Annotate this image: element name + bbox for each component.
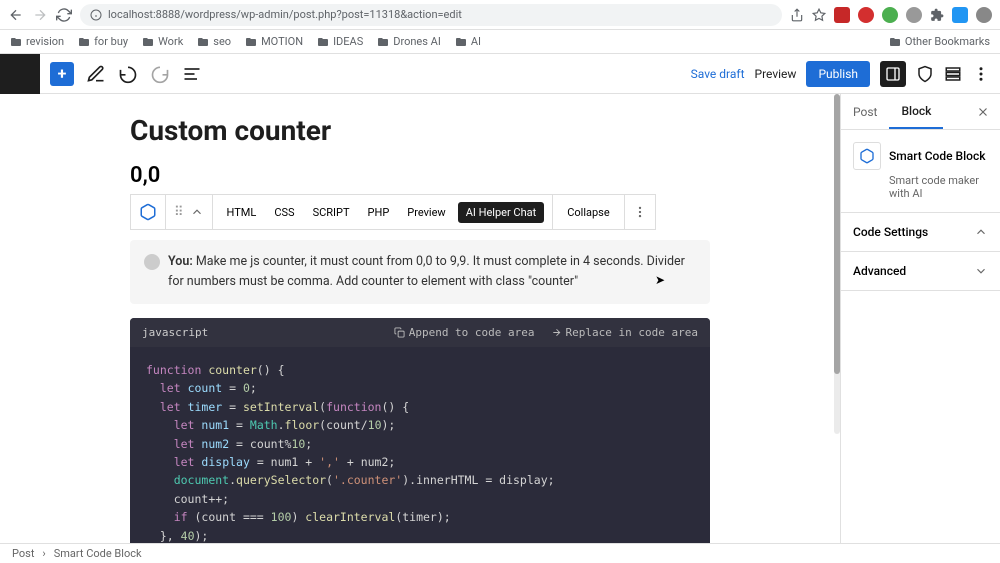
page-title[interactable]: Custom counter bbox=[130, 114, 710, 147]
redo-icon[interactable] bbox=[150, 64, 170, 84]
chevron-up-icon bbox=[974, 225, 988, 239]
section-code-settings[interactable]: Code Settings bbox=[841, 213, 1000, 252]
yoast-icon[interactable] bbox=[944, 65, 962, 83]
ext-icon-3[interactable] bbox=[882, 7, 898, 23]
code-language: javascript bbox=[142, 326, 208, 339]
drag-handle-icon[interactable]: ⠿ bbox=[174, 205, 184, 220]
share-icon[interactable] bbox=[790, 8, 804, 22]
block-type-icon[interactable] bbox=[139, 203, 157, 221]
tab-css[interactable]: CSS bbox=[268, 195, 300, 229]
close-icon bbox=[976, 105, 990, 119]
scrollbar-thumb[interactable] bbox=[834, 94, 840, 374]
url-text: localhost:8888/wordpress/wp-admin/post.p… bbox=[108, 8, 462, 21]
folder-icon bbox=[78, 36, 90, 48]
extensions-icon[interactable] bbox=[930, 8, 944, 22]
sidebar-toggle-button[interactable] bbox=[880, 61, 906, 87]
block-description: Smart code maker with AI bbox=[889, 174, 988, 200]
code-body[interactable]: function counter() { let count = 0; let … bbox=[130, 347, 710, 543]
wp-toolbar: + Save draft Preview Publish bbox=[0, 54, 1000, 94]
chat-avatar-icon bbox=[144, 254, 160, 270]
tab-block[interactable]: Block bbox=[889, 94, 943, 129]
close-sidebar-button[interactable] bbox=[966, 94, 1000, 129]
add-block-button[interactable]: + bbox=[50, 62, 74, 86]
tab-html[interactable]: HTML bbox=[221, 195, 263, 229]
avatar-icon[interactable] bbox=[976, 7, 992, 23]
other-bookmarks[interactable]: Other Bookmarks bbox=[889, 35, 990, 48]
ext-icon-1[interactable] bbox=[834, 7, 850, 23]
block-toolbar: ⠿ HTML CSS SCRIPT PHP Preview AI Helper … bbox=[130, 194, 656, 230]
append-code-button[interactable]: Append to code area bbox=[394, 326, 535, 339]
url-bar[interactable]: localhost:8888/wordpress/wp-admin/post.p… bbox=[80, 4, 782, 26]
wp-logo[interactable] bbox=[0, 54, 40, 94]
undo-icon[interactable] bbox=[118, 64, 138, 84]
cursor-icon: ➤ bbox=[655, 273, 665, 287]
bookmark-item[interactable]: Work bbox=[142, 35, 183, 48]
main-area: Custom counter 0,0 ⠿ HTML CSS SCRIPT PHP… bbox=[0, 94, 1000, 543]
replace-code-button[interactable]: Replace in code area bbox=[551, 326, 698, 339]
info-icon bbox=[90, 9, 102, 21]
code-block: javascript Append to code area Replace i… bbox=[130, 318, 710, 543]
settings-sidebar: Post Block Smart Code Block Smart code m… bbox=[840, 94, 1000, 543]
ext-icon-4[interactable] bbox=[906, 7, 922, 23]
chat-author: You: bbox=[168, 254, 193, 269]
folder-icon bbox=[10, 36, 22, 48]
breadcrumb-footer: Post › Smart Code Block bbox=[0, 543, 1000, 563]
folder-icon bbox=[317, 36, 329, 48]
bookmark-item[interactable]: MOTION bbox=[245, 35, 303, 48]
browser-extensions bbox=[790, 7, 992, 23]
scrollbar[interactable] bbox=[834, 94, 840, 434]
block-name: Smart Code Block bbox=[889, 149, 985, 163]
back-arrow-icon[interactable] bbox=[8, 7, 24, 23]
bookmark-item[interactable]: revision bbox=[10, 35, 64, 48]
tab-php[interactable]: PHP bbox=[362, 195, 396, 229]
options-icon[interactable] bbox=[972, 65, 990, 83]
publish-button[interactable]: Publish bbox=[806, 61, 870, 87]
ext-icon-2[interactable] bbox=[858, 7, 874, 23]
folder-icon bbox=[245, 36, 257, 48]
bookmark-item[interactable]: seo bbox=[197, 35, 231, 48]
tab-script[interactable]: SCRIPT bbox=[307, 195, 356, 229]
tab-preview[interactable]: Preview bbox=[401, 195, 451, 229]
preview-button[interactable]: Preview bbox=[755, 67, 797, 81]
breadcrumb-separator: › bbox=[42, 547, 45, 560]
bookmark-item[interactable]: IDEAS bbox=[317, 35, 363, 48]
folder-icon bbox=[455, 36, 467, 48]
code-header: javascript Append to code area Replace i… bbox=[130, 318, 710, 347]
folder-icon bbox=[889, 36, 901, 48]
breadcrumb-block[interactable]: Smart Code Block bbox=[54, 547, 142, 560]
chevron-down-icon bbox=[974, 264, 988, 278]
move-up-icon[interactable] bbox=[190, 205, 204, 219]
grammarly-icon[interactable] bbox=[916, 65, 934, 83]
ext-icon-5[interactable] bbox=[952, 7, 968, 23]
section-advanced[interactable]: Advanced bbox=[841, 252, 1000, 291]
sidebar-tabs: Post Block bbox=[841, 94, 1000, 130]
star-icon[interactable] bbox=[812, 8, 826, 22]
tab-ai-helper[interactable]: AI Helper Chat bbox=[458, 202, 545, 223]
copy-icon bbox=[394, 327, 405, 338]
forward-arrow-icon[interactable] bbox=[32, 7, 48, 23]
block-info: Smart Code Block Smart code maker with A… bbox=[841, 130, 1000, 213]
browser-bar: localhost:8888/wordpress/wp-admin/post.p… bbox=[0, 0, 1000, 30]
block-icon bbox=[853, 142, 881, 170]
details-icon[interactable] bbox=[182, 64, 202, 84]
chat-message: You: Make me js counter, it must count f… bbox=[130, 240, 710, 304]
bookmark-item[interactable]: for buy bbox=[78, 35, 128, 48]
more-options-icon[interactable] bbox=[633, 205, 647, 219]
arrow-right-icon bbox=[551, 327, 562, 338]
save-draft-button[interactable]: Save draft bbox=[691, 67, 745, 81]
editor-canvas[interactable]: Custom counter 0,0 ⠿ HTML CSS SCRIPT PHP… bbox=[0, 94, 840, 543]
tab-collapse[interactable]: Collapse bbox=[561, 195, 615, 229]
breadcrumb-post[interactable]: Post bbox=[12, 547, 34, 560]
chat-text: Make me js counter, it must count from 0… bbox=[168, 254, 685, 289]
bookmark-item[interactable]: Drones AI bbox=[377, 35, 441, 48]
counter-display: 0,0 bbox=[130, 163, 710, 188]
tab-post[interactable]: Post bbox=[841, 94, 889, 129]
folder-icon bbox=[142, 36, 154, 48]
folder-icon bbox=[197, 36, 209, 48]
bookmarks-bar: revision for buy Work seo MOTION IDEAS D… bbox=[0, 30, 1000, 54]
reload-icon[interactable] bbox=[56, 7, 72, 23]
bookmark-item[interactable]: AI bbox=[455, 35, 481, 48]
edit-icon[interactable] bbox=[86, 64, 106, 84]
folder-icon bbox=[377, 36, 389, 48]
